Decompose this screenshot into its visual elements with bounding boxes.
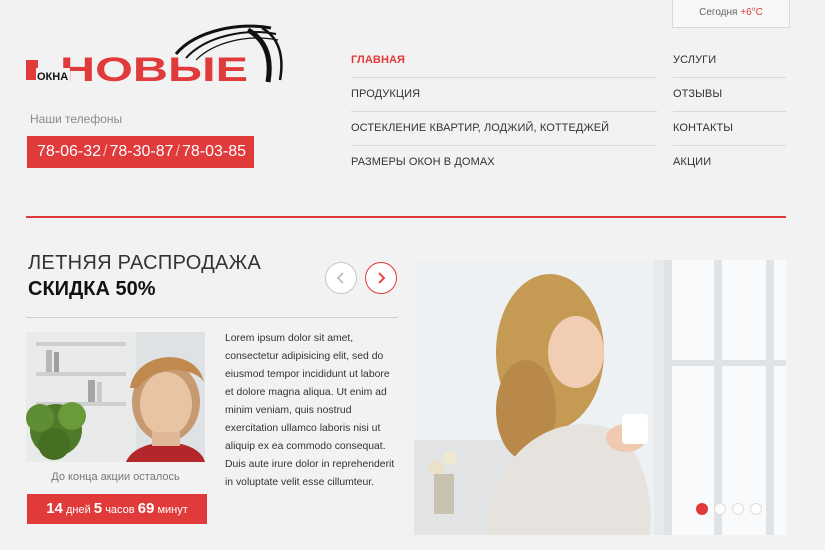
weather-temp: +6°C (740, 7, 763, 18)
slider-dots (696, 503, 762, 515)
main-nav-left: ГЛАВНАЯ ПРОДУКЦИЯ ОСТЕКЛЕНИЕ КВАРТИР, ЛО… (351, 44, 657, 180)
phone-separator: / (103, 143, 108, 160)
slider-prev-button[interactable] (325, 262, 357, 294)
countdown-days: 14 (46, 500, 63, 517)
slider-next-button[interactable] (365, 262, 397, 294)
nav-item-products[interactable]: ПРОДУКЦИЯ (351, 78, 657, 112)
phone-number[interactable]: 78-30-87 (110, 143, 174, 160)
nav-item-window-sizes[interactable]: РАЗМЕРЫ ОКОН В ДОМАХ (351, 146, 657, 180)
weather-label: Сегодня (699, 7, 738, 18)
promo-subtitle: СКИДКА 50% (28, 278, 156, 300)
promo-title: ЛЕТНЯЯ РАСПРОДАЖА (28, 252, 262, 274)
nav-item-home[interactable]: ГЛАВНАЯ (351, 44, 657, 78)
hero-slide-image (414, 260, 786, 535)
nav-item-glazing[interactable]: ОСТЕКЛЕНИЕ КВАРТИР, ЛОДЖИЙ, КОТТЕДЖЕЙ (351, 112, 657, 146)
weather-widget: Сегодня +6°C (672, 0, 790, 28)
chevron-right-icon (378, 272, 386, 284)
header-divider (26, 216, 786, 218)
countdown-minutes-label: минут (157, 504, 188, 516)
countdown-hours: 5 (93, 500, 103, 517)
main-nav-right: УСЛУГИ ОТЗЫВЫ КОНТАКТЫ АКЦИИ (673, 44, 786, 180)
countdown-hours-label: часов (105, 504, 135, 516)
nav-item-reviews[interactable]: ОТЗЫВЫ (673, 78, 786, 112)
countdown-minutes: 69 (137, 500, 155, 517)
slider-dot[interactable] (714, 503, 726, 515)
nav-item-contacts[interactable]: КОНТАКТЫ (673, 112, 786, 146)
logo-subtext: ОКНА (37, 71, 68, 83)
nav-item-promotions[interactable]: АКЦИИ (673, 146, 786, 180)
slider-dot[interactable] (750, 503, 762, 515)
slider-dot[interactable] (696, 503, 708, 515)
chevron-left-icon (336, 272, 344, 284)
logo[interactable]: НОВЫЕ ОКНА (26, 22, 286, 88)
logo-text: НОВЫЕ (60, 51, 248, 88)
countdown-days-label: дней (65, 504, 91, 516)
nav-item-services[interactable]: УСЛУГИ (673, 44, 786, 78)
phones-box: 78-06-32/78-30-87/78-03-85 (27, 136, 255, 168)
phone-number[interactable]: 78-06-32 (37, 143, 101, 160)
phone-separator: / (175, 143, 180, 160)
phones-label: Наши телефоны (30, 112, 123, 126)
phone-number[interactable]: 78-03-85 (182, 143, 246, 160)
promo-divider (26, 317, 398, 318)
promo-description: Lorem ipsum dolor sit amet, consectetur … (225, 333, 395, 488)
promo-image (26, 332, 205, 462)
slider-dot[interactable] (732, 503, 744, 515)
countdown-label: До конца акции осталось (51, 471, 180, 483)
countdown-timer: 14 дней 5 часов 69 минут (27, 494, 207, 524)
